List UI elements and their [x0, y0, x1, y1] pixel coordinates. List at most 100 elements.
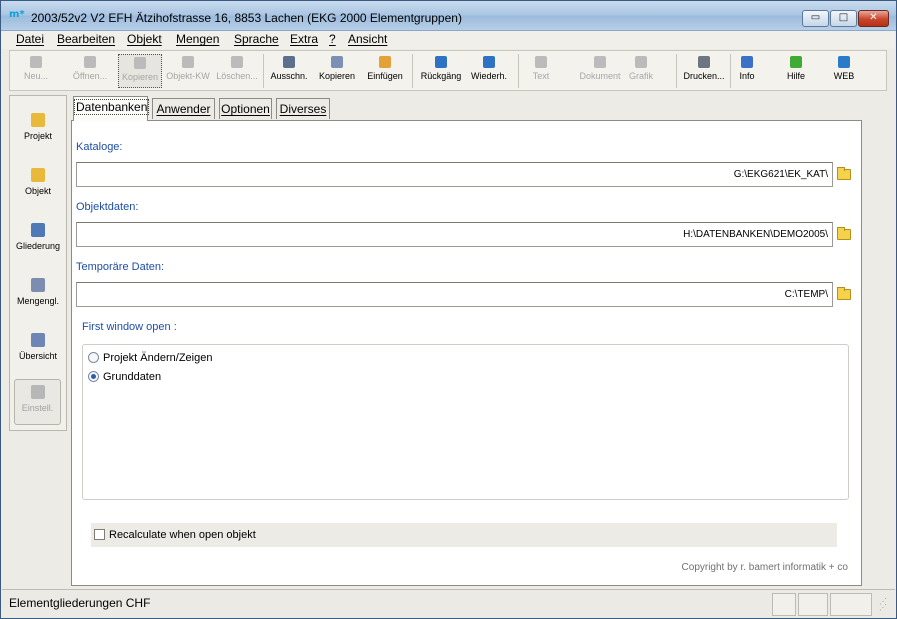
- status-bar: Elementgliederungen CHF ⋰ ⋰: [2, 589, 895, 618]
- graphic-icon: [635, 56, 647, 68]
- menu-sprache[interactable]: Sprache: [234, 32, 279, 46]
- toolbar-copy-button[interactable]: Kopieren: [315, 54, 359, 88]
- status-text: Elementgliederungen CHF: [9, 596, 151, 610]
- sidebar-item-objekt[interactable]: Objekt: [12, 163, 64, 209]
- first-window-open-group: Projekt Ändern/Zeigen Grunddaten: [82, 344, 849, 500]
- toolbar-new-button[interactable]: Neu...: [16, 54, 56, 88]
- toolbar-help-button[interactable]: Hilfe: [781, 54, 811, 88]
- printer-icon: [698, 56, 710, 68]
- folder-icon[interactable]: [837, 287, 851, 300]
- tab-anwender[interactable]: Anwender: [152, 98, 215, 119]
- object-data-label: Objektdaten:: [76, 201, 139, 213]
- object-data-path-field[interactable]: H:\DATENBANKEN\DEMO2005\: [76, 222, 833, 247]
- resize-grip-icon[interactable]: ⋰ ⋰: [879, 598, 891, 612]
- menu-objekt[interactable]: Objekt: [127, 32, 162, 46]
- toolbar-document-button[interactable]: Dokument: [576, 54, 624, 88]
- toolbar-separator: [263, 54, 264, 88]
- status-cell: [830, 593, 872, 616]
- tab-datenbanken[interactable]: Datenbanken: [73, 96, 150, 121]
- toolbar-separator: [676, 54, 677, 88]
- maximize-button[interactable]: □: [830, 10, 857, 27]
- sidebar-item-gliederung[interactable]: Gliederung: [12, 218, 64, 264]
- toolbar-separator: [412, 54, 413, 88]
- temp-data-path-field[interactable]: C:\TEMP\: [76, 282, 833, 307]
- undo-icon: [435, 56, 447, 68]
- toolbar-cut-button[interactable]: Ausschn.: [266, 54, 312, 88]
- quantity-icon: [31, 278, 45, 292]
- catalog-path-field[interactable]: G:\EKG621\EK_KAT\: [76, 162, 833, 187]
- catalog-label: Kataloge:: [76, 141, 123, 153]
- menu-datei[interactable]: Datei: [16, 32, 44, 46]
- menu-ansicht[interactable]: Ansicht: [348, 32, 387, 46]
- info-icon: [741, 56, 753, 68]
- menu-bearbeiten[interactable]: Bearbeiten: [57, 32, 115, 46]
- toolbar-text-button[interactable]: Text: [522, 54, 560, 88]
- toolbar-paste-button[interactable]: Einfügen: [363, 54, 407, 88]
- app-icon: m*: [9, 9, 25, 20]
- title-bar[interactable]: m* 2003/52v2 V2 EFH Ätzihofstrasse 16, 8…: [1, 1, 896, 31]
- new-icon: [30, 56, 42, 68]
- copy-object-icon: [134, 57, 146, 69]
- project-icon: [31, 113, 45, 127]
- radio-button-checked[interactable]: [88, 371, 99, 382]
- toolbar-undo-button[interactable]: Rückgäng: [417, 54, 465, 88]
- open-icon: [84, 56, 96, 68]
- toolbar-info-button[interactable]: Info: [732, 54, 762, 88]
- menu-extra[interactable]: Extra: [290, 32, 318, 46]
- cut-icon: [283, 56, 295, 68]
- radio-projekt-aendern[interactable]: Projekt Ändern/Zeigen: [88, 352, 212, 364]
- paste-icon: [379, 56, 391, 68]
- first-window-open-label: First window open :: [82, 321, 177, 333]
- sidebar-item-projekt[interactable]: Projekt: [12, 108, 64, 154]
- object-icon: [31, 168, 45, 182]
- recalculate-option[interactable]: Recalculate when open objekt: [91, 523, 837, 547]
- toolbar: Neu... Öffnen... Kopieren Objekt-KW Lösc…: [9, 50, 887, 91]
- text-icon: [535, 56, 547, 68]
- window-title: 2003/52v2 V2 EFH Ätzihofstrasse 16, 8853…: [31, 11, 462, 25]
- tab-diverses[interactable]: Diverses: [276, 98, 330, 119]
- status-cell: [772, 593, 796, 616]
- toolbar-redo-button[interactable]: Wiederh.: [467, 54, 511, 88]
- recalculate-checkbox[interactable]: [94, 529, 105, 540]
- copyright-text: Copyright by r. bamert informatik + co: [681, 562, 848, 573]
- structure-icon: [31, 223, 45, 237]
- globe-icon: [838, 56, 850, 68]
- document-icon: [594, 56, 606, 68]
- folder-icon[interactable]: [837, 227, 851, 240]
- minimize-button[interactable]: ▭: [802, 10, 829, 27]
- toolbar-delete-button[interactable]: Löschen...: [213, 54, 261, 88]
- temp-data-label: Temporäre Daten:: [76, 261, 165, 273]
- toolbar-open-button[interactable]: Öffnen...: [67, 54, 113, 88]
- sidebar-item-mengengl[interactable]: Mengengl.: [12, 273, 64, 319]
- toolbar-copy-object-button[interactable]: Kopieren: [118, 54, 162, 88]
- maximize-icon: □: [838, 12, 849, 23]
- status-cell: [798, 593, 828, 616]
- sidebar: Projekt Objekt Gliederung Mengengl. Über…: [9, 95, 67, 431]
- redo-icon: [483, 56, 495, 68]
- copy-icon: [331, 56, 343, 68]
- close-button[interactable]: ✕: [858, 10, 889, 27]
- app-window: m* 2003/52v2 V2 EFH Ätzihofstrasse 16, 8…: [0, 0, 897, 619]
- menu-bar: Datei Bearbeiten Objekt Mengen Sprache E…: [2, 31, 895, 49]
- toolbar-separator: [518, 54, 519, 88]
- folder-icon[interactable]: [837, 167, 851, 180]
- delete-icon: [231, 56, 243, 68]
- toolbar-graphic-button[interactable]: Grafik: [622, 54, 660, 88]
- radio-grunddaten[interactable]: Grunddaten: [88, 371, 161, 383]
- menu-help[interactable]: ?: [329, 32, 336, 46]
- object-kw-icon: [182, 56, 194, 68]
- menu-mengen[interactable]: Mengen: [176, 32, 219, 46]
- tab-panel-datenbanken: Kataloge: G:\EKG621\EK_KAT\ Objektdaten:…: [71, 120, 862, 586]
- sidebar-item-uebersicht[interactable]: Übersicht: [12, 328, 64, 374]
- tab-optionen[interactable]: Optionen: [219, 98, 272, 119]
- radio-button-unchecked[interactable]: [88, 352, 99, 363]
- toolbar-web-button[interactable]: WEB: [829, 54, 859, 88]
- overview-icon: [31, 333, 45, 347]
- settings-icon: [30, 385, 45, 399]
- toolbar-separator: [730, 54, 731, 88]
- sidebar-item-einstell[interactable]: Einstell.: [14, 379, 61, 425]
- toolbar-print-button[interactable]: Drucken...: [681, 54, 727, 88]
- toolbar-object-kw-button[interactable]: Objekt-KW: [165, 54, 211, 88]
- minimize-icon: ▭: [810, 12, 821, 23]
- help-icon: [790, 56, 802, 68]
